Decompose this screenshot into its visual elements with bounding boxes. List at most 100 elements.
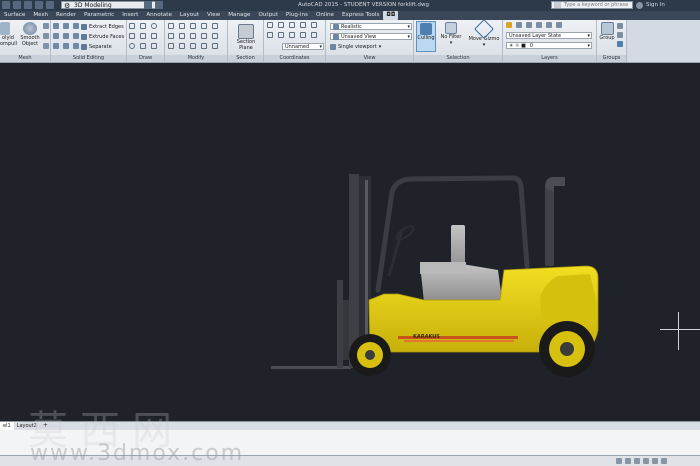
ucs-object-icon[interactable] bbox=[300, 32, 306, 38]
ucs-x-icon[interactable] bbox=[289, 22, 295, 28]
share-icon[interactable] bbox=[155, 1, 163, 9]
slice-icon[interactable] bbox=[63, 33, 69, 39]
tab-render[interactable]: Render bbox=[52, 11, 80, 20]
group-button[interactable]: Group bbox=[598, 22, 616, 42]
search-input[interactable]: Type a keyword or phrase bbox=[551, 1, 633, 9]
tab-surface[interactable]: Surface bbox=[0, 11, 29, 20]
ucs-3point-icon[interactable] bbox=[311, 32, 317, 38]
tab-annotate[interactable]: Annotate bbox=[142, 11, 176, 20]
open-icon[interactable] bbox=[13, 1, 21, 9]
scale-icon[interactable] bbox=[168, 33, 174, 39]
extract-edges-button[interactable]: Extract Edges bbox=[81, 23, 124, 30]
smooth-object-button[interactable]: Smooth Object bbox=[18, 22, 42, 47]
ucs-world-icon[interactable] bbox=[278, 22, 284, 28]
tab-parametric[interactable]: Parametric bbox=[80, 11, 118, 20]
layer-properties-icon[interactable] bbox=[506, 22, 512, 28]
tab-online[interactable]: Online bbox=[312, 11, 338, 20]
move-icon[interactable] bbox=[168, 23, 174, 29]
ucs-icon[interactable] bbox=[267, 22, 273, 28]
tab-layout[interactable]: Layout bbox=[176, 11, 203, 20]
extrude-faces-button[interactable]: Extrude Faces bbox=[81, 33, 124, 40]
visual-style-dropdown[interactable]: Realistic ▾ bbox=[330, 23, 412, 30]
extend-icon[interactable] bbox=[201, 33, 207, 39]
tab-view[interactable]: View bbox=[203, 11, 224, 20]
group-selection-icon[interactable] bbox=[617, 41, 623, 47]
culling-button[interactable]: Culling bbox=[416, 21, 436, 52]
ucs-y-icon[interactable] bbox=[300, 22, 306, 28]
union-icon[interactable] bbox=[53, 23, 59, 29]
layer-isolate-icon[interactable] bbox=[526, 22, 532, 28]
stretch-icon[interactable] bbox=[212, 33, 218, 39]
viewport-config-button[interactable]: Single viewport ▾ bbox=[330, 43, 381, 50]
workspace-switch-icon[interactable] bbox=[652, 458, 658, 464]
grid-icon[interactable] bbox=[625, 458, 631, 464]
rectangle-icon[interactable] bbox=[140, 33, 146, 39]
copy-icon[interactable] bbox=[190, 23, 196, 29]
ucs-named-dropdown[interactable]: Unnamed ▾ bbox=[282, 43, 324, 50]
current-layer-dropdown[interactable]: ☀ ☼ ■ 0 ▾ bbox=[506, 42, 592, 49]
fullscreen-icon[interactable] bbox=[661, 458, 667, 464]
fillet-icon[interactable] bbox=[212, 23, 218, 29]
mesh-smooth-icon[interactable] bbox=[43, 33, 49, 39]
new-icon[interactable] bbox=[2, 1, 10, 9]
spline-icon[interactable] bbox=[140, 43, 146, 49]
ungroup-icon[interactable] bbox=[617, 23, 623, 29]
tab-output[interactable]: Output bbox=[254, 11, 281, 20]
group-edit-icon[interactable] bbox=[617, 32, 623, 38]
user-icon[interactable] bbox=[636, 2, 643, 9]
line-icon[interactable] bbox=[129, 23, 135, 29]
array-icon[interactable] bbox=[179, 33, 185, 39]
join-icon[interactable] bbox=[212, 43, 218, 49]
tab-manage[interactable]: Manage bbox=[224, 11, 254, 20]
no-filter-button[interactable]: No Filter ▾ bbox=[438, 22, 464, 46]
layer-state-dropdown[interactable]: Unsaved Layer State ▾ bbox=[506, 32, 592, 39]
snap-icon[interactable] bbox=[634, 458, 640, 464]
section-plane-button[interactable]: Section Plane bbox=[234, 24, 258, 51]
plot-icon[interactable] bbox=[144, 1, 152, 9]
layer-lock-icon[interactable] bbox=[546, 22, 552, 28]
subtract-icon[interactable] bbox=[63, 23, 69, 29]
move-gizmo-button[interactable]: Move Gizmo ▾ bbox=[467, 19, 501, 48]
interfere-icon[interactable] bbox=[53, 33, 59, 39]
mesh-box-icon[interactable] bbox=[43, 23, 49, 29]
layer-freeze-icon[interactable] bbox=[536, 22, 542, 28]
ellipse-icon[interactable] bbox=[129, 43, 135, 49]
sign-in-link[interactable]: Sign In bbox=[646, 2, 665, 8]
rotate-icon[interactable] bbox=[179, 23, 185, 29]
trim-icon[interactable] bbox=[190, 33, 196, 39]
ucs-face-icon[interactable] bbox=[278, 32, 284, 38]
arc-icon[interactable] bbox=[129, 33, 135, 39]
ucs-origin-icon[interactable] bbox=[267, 32, 273, 38]
ucs-z-icon[interactable] bbox=[311, 22, 317, 28]
undo-icon[interactable] bbox=[35, 1, 43, 9]
thicken-icon[interactable] bbox=[73, 33, 79, 39]
polygon-icon[interactable] bbox=[151, 33, 157, 39]
tab-insert[interactable]: Insert bbox=[118, 11, 142, 20]
polyline-icon[interactable] bbox=[140, 23, 146, 29]
tab-mesh[interactable]: Mesh bbox=[29, 11, 52, 20]
helix-icon[interactable] bbox=[151, 43, 157, 49]
offset-2-icon[interactable] bbox=[201, 43, 207, 49]
annotation-icon[interactable] bbox=[643, 458, 649, 464]
erase-icon[interactable] bbox=[179, 43, 185, 49]
tab-layout1[interactable]: el1 bbox=[0, 422, 14, 430]
tab-express-tools[interactable]: Express Tools bbox=[338, 11, 383, 20]
model-icon[interactable] bbox=[616, 458, 622, 464]
tab-plugins[interactable]: Plug-ins bbox=[282, 11, 312, 20]
shell-icon[interactable] bbox=[73, 43, 79, 49]
imprint-icon[interactable] bbox=[53, 43, 59, 49]
separate-button[interactable]: Separate bbox=[81, 43, 112, 50]
layer-off-icon[interactable] bbox=[516, 22, 522, 28]
save-icon[interactable] bbox=[24, 1, 32, 9]
ribbon-minimize-toggle[interactable]: ◘◘ bbox=[383, 11, 399, 20]
layer-match-icon[interactable] bbox=[556, 22, 562, 28]
redo-icon[interactable] bbox=[46, 1, 54, 9]
named-view-dropdown[interactable]: Unsaved View ▾ bbox=[330, 33, 412, 40]
explode-icon[interactable] bbox=[190, 43, 196, 49]
ucs-view-icon[interactable] bbox=[289, 32, 295, 38]
mirror-icon[interactable] bbox=[201, 23, 207, 29]
intersect-icon[interactable] bbox=[73, 23, 79, 29]
align-icon[interactable] bbox=[168, 43, 174, 49]
drawing-canvas[interactable]: KARAKUS bbox=[0, 63, 700, 422]
solid-editing-partial-button[interactable]: olyid ompull bbox=[0, 22, 17, 47]
